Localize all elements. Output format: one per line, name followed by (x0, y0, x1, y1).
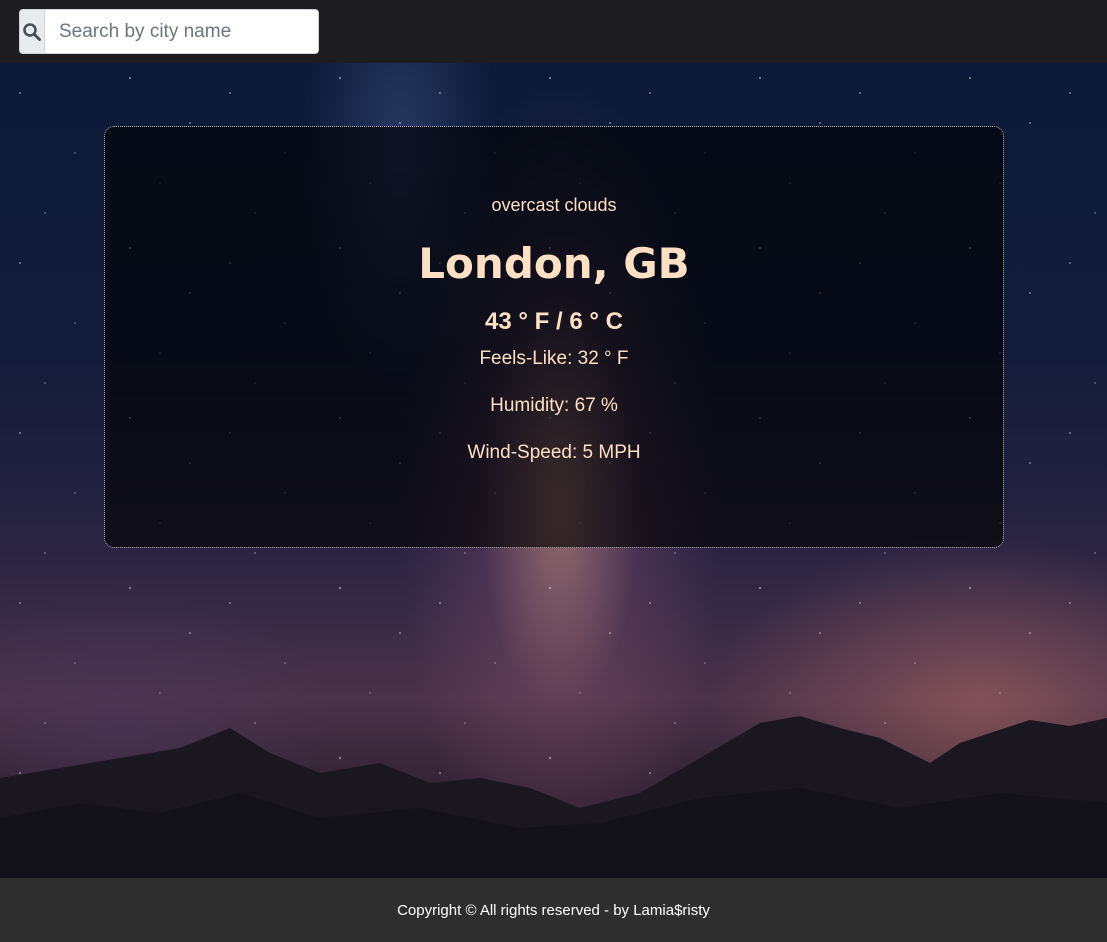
feels-like: Feels-Like: 32 ° F (479, 348, 629, 369)
search-input[interactable] (45, 10, 318, 53)
weather-card: overcast clouds London, GB 43 ° F / 6 ° … (104, 126, 1004, 548)
top-bar (0, 0, 1107, 63)
mountain-silhouette (0, 716, 1107, 878)
city-name: London, GB (418, 239, 690, 288)
copyright-text: Copyright © All rights reserved - by Lam… (397, 901, 710, 919)
wind-speed: Wind-Speed: 5 MPH (467, 442, 641, 463)
temperature: 43 ° F / 6 ° C (485, 308, 623, 335)
footer: Copyright © All rights reserved - by Lam… (0, 878, 1107, 942)
search-button[interactable] (20, 10, 45, 53)
search-bar (19, 9, 319, 54)
search-icon (23, 22, 41, 41)
background-image: overcast clouds London, GB 43 ° F / 6 ° … (0, 63, 1107, 878)
humidity: Humidity: 67 % (490, 395, 618, 416)
weather-description: overcast clouds (491, 195, 617, 215)
